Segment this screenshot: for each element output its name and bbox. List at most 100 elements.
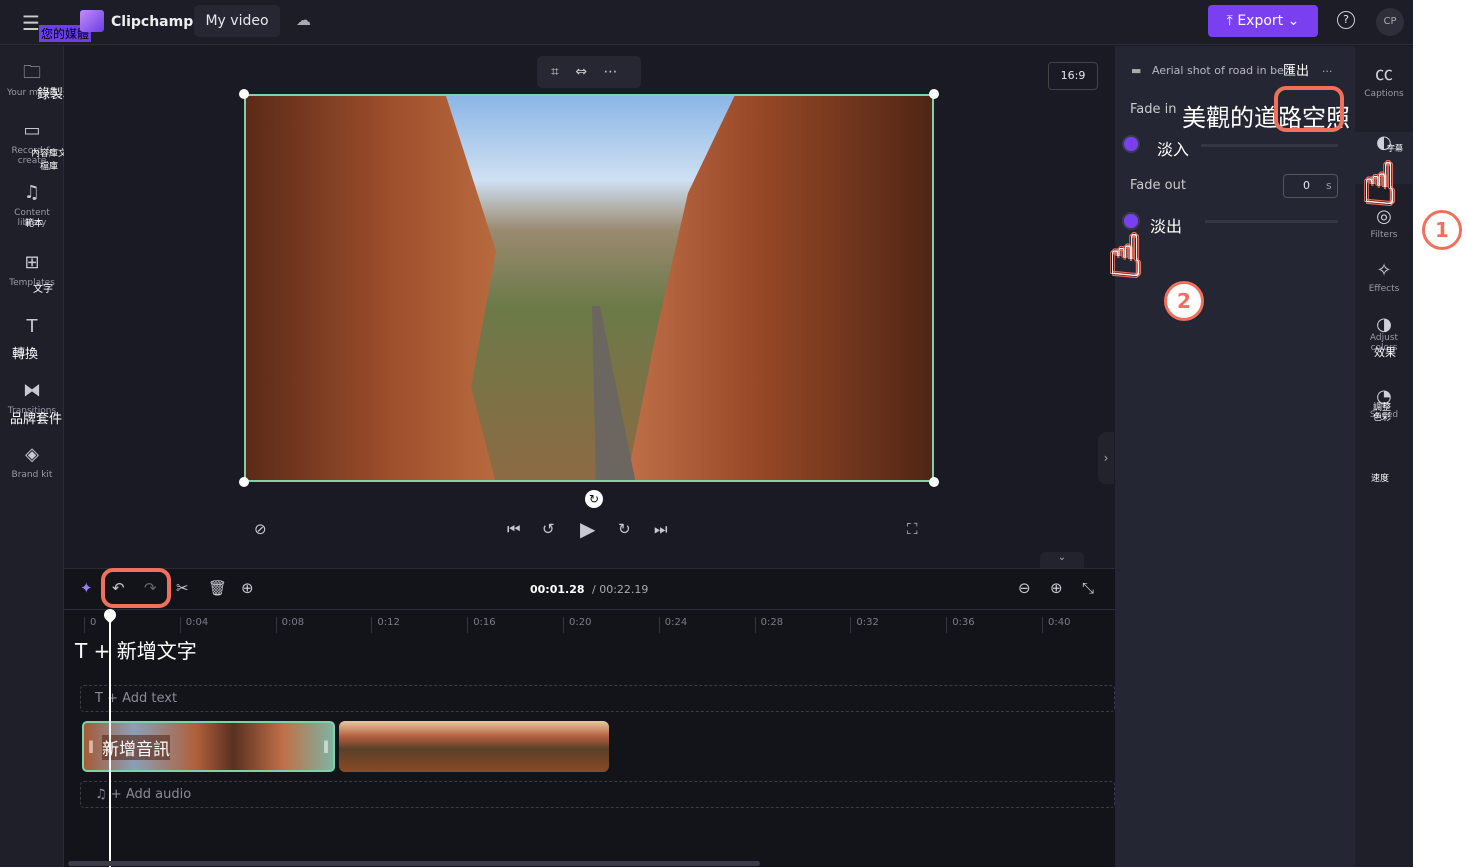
video-clip-selected[interactable]: ‖ 新增音訊 ‖: [82, 721, 335, 772]
add-media-icon[interactable]: ⊕: [241, 579, 254, 597]
music-note-icon: ♫: [95, 787, 107, 802]
fit-timeline-icon[interactable]: ⤡: [1082, 579, 1094, 597]
more-icon[interactable]: ...: [1322, 62, 1333, 75]
time-tick: 0:24: [658, 617, 687, 633]
trim-handle-right[interactable]: ‖: [323, 739, 329, 753]
aspect-ratio-button[interactable]: 16:9: [1048, 62, 1098, 90]
sidebar-item-templates[interactable]: ⊞ Templates: [0, 252, 64, 288]
fade-in-label: Fade in: [1130, 102, 1177, 117]
tool-label: Filters: [1370, 230, 1398, 240]
time-tick: 0:08: [275, 617, 304, 633]
overlay-label: 速度: [1371, 474, 1390, 484]
delete-icon[interactable]: 🗑: [208, 579, 227, 597]
video-canvas[interactable]: [244, 94, 934, 482]
folder-icon: 🗀: [23, 62, 41, 83]
resize-handle[interactable]: [929, 89, 939, 99]
timeline: ✦ ↶ ↷ ✂ 🗑 ⊕ 00:01.28 / 00:22.19 ⊖ ⊕ ⤡ 00…: [64, 568, 1115, 868]
current-time: 00:01.28: [530, 583, 585, 596]
canyon-wall-right: [626, 96, 932, 480]
sidebar: 🗀 Your media ▭ Record & create ♫ Content li…: [0, 46, 80, 867]
app-name: Clipchamp: [111, 14, 194, 30]
cut-icon[interactable]: ✂: [176, 579, 189, 597]
rotate-icon[interactable]: ↻: [585, 490, 603, 508]
overlay-label: 調整色彩: [1373, 403, 1392, 423]
clipchamp-app: ☰ 您的媒體 Clipchamp My video ☁ ⤒ Export ⌄ ?…: [0, 0, 1413, 868]
hamburger-menu-icon[interactable]: ☰: [22, 11, 40, 35]
cloud-off-icon: ☁: [296, 11, 311, 29]
sidebar-item-label: Brand kit: [11, 470, 53, 480]
properties-panel: ▬ Aerial shot of road in be 匯出 ... Fade …: [1115, 46, 1355, 867]
fade-in-slider-track[interactable]: [1201, 144, 1338, 147]
fade-out-input[interactable]: 0s: [1283, 174, 1338, 198]
tool-captions[interactable]: ㏄ Captions: [1355, 60, 1413, 99]
trim-handle-left[interactable]: ‖: [88, 739, 94, 753]
avatar[interactable]: CP: [1376, 8, 1404, 36]
collapse-timeline-button[interactable]: ⌄: [1040, 552, 1084, 568]
time-tick: 0:04: [179, 617, 208, 633]
resize-handle[interactable]: [929, 477, 939, 487]
clip-title: Aerial shot of road in be: [1152, 64, 1284, 77]
overlay-label: 效果: [1374, 346, 1396, 359]
export-button[interactable]: ⤒ Export ⌄: [1208, 5, 1318, 37]
content-library-icon: ♫: [23, 182, 41, 203]
highlight-fade-in-input: [1274, 86, 1344, 132]
time-tick: 0:28: [754, 617, 783, 633]
film-icon: ▬: [1131, 64, 1142, 77]
time-tick: 0:20: [563, 617, 591, 633]
fullscreen-icon[interactable]: ⛶: [907, 520, 918, 538]
project-title[interactable]: My video: [194, 5, 280, 37]
clip-overlay-label: 新增音訊: [102, 735, 170, 760]
fade-out-overlay: 淡出: [1150, 217, 1183, 236]
overlay-label: 範本: [25, 219, 44, 229]
fit-icon[interactable]: ⇔: [575, 64, 587, 80]
tool-label: Effects: [1368, 284, 1400, 294]
more-icon[interactable]: ⋯: [604, 64, 618, 80]
export-label: Export: [1237, 13, 1284, 29]
templates-icon: ⊞: [24, 252, 40, 273]
fade-out-label: Fade out: [1130, 178, 1186, 193]
overlay-label: 文字: [33, 284, 53, 295]
camera-icon: ▭: [23, 120, 41, 141]
magic-wand-icon: ✧: [1376, 260, 1392, 281]
expand-panel-button[interactable]: ›: [1098, 432, 1114, 484]
horizontal-scrollbar[interactable]: [68, 861, 760, 866]
fade-in-slider-thumb[interactable]: [1122, 135, 1140, 153]
forward-5-icon[interactable]: ↻: [618, 520, 631, 538]
sidebar-item-brand-kit[interactable]: ◈ Brand kit: [0, 444, 64, 480]
clip-title-overlay: 匯出: [1283, 64, 1310, 79]
text-icon: T: [95, 691, 103, 706]
help-icon[interactable]: ?: [1337, 11, 1355, 29]
skip-forward-icon[interactable]: ⏭: [654, 520, 668, 538]
zoom-in-icon[interactable]: ⊕: [1050, 579, 1063, 597]
playhead[interactable]: [109, 611, 111, 868]
ai-sparkle-icon[interactable]: ✦: [80, 579, 93, 597]
tool-label: Captions: [1364, 89, 1404, 99]
crop-icon[interactable]: ⌗: [551, 64, 559, 80]
overlay-label: 品牌套件: [10, 412, 63, 427]
add-audio-label: + Add audio: [110, 787, 192, 802]
unit-label: s: [1326, 179, 1332, 192]
add-text-overlay: T + 新增文字: [75, 639, 197, 663]
clipchamp-logo: [80, 10, 104, 32]
divider: [64, 609, 1115, 610]
skip-back-icon[interactable]: ⏮: [507, 520, 521, 538]
adjust-colors-icon: ◑: [1376, 314, 1392, 335]
video-clip[interactable]: [339, 721, 609, 772]
add-audio-track[interactable]: ♫ + Add audio: [80, 781, 1115, 808]
fade-out-slider-track[interactable]: [1205, 220, 1338, 223]
resize-handle[interactable]: [239, 477, 249, 487]
hide-icon[interactable]: ⊘: [254, 520, 267, 538]
play-icon[interactable]: ▶: [580, 517, 595, 541]
rewind-5-icon[interactable]: ↺: [542, 520, 555, 538]
time-tick: 0:16: [467, 617, 496, 633]
step-badge: 2: [1164, 281, 1204, 321]
resize-handle[interactable]: [239, 89, 249, 99]
add-text-track[interactable]: T + Add text: [80, 685, 1115, 712]
highlight-undo-redo: [101, 568, 171, 608]
sidebar-item-text[interactable]: T: [0, 316, 64, 342]
time-tick: 0:40: [1042, 617, 1070, 633]
upload-icon: ⤒: [1226, 13, 1238, 29]
zoom-out-icon[interactable]: ⊖: [1018, 579, 1031, 597]
time-tick: 0:12: [371, 617, 400, 633]
tool-effects[interactable]: ✧ Effects: [1355, 260, 1413, 294]
